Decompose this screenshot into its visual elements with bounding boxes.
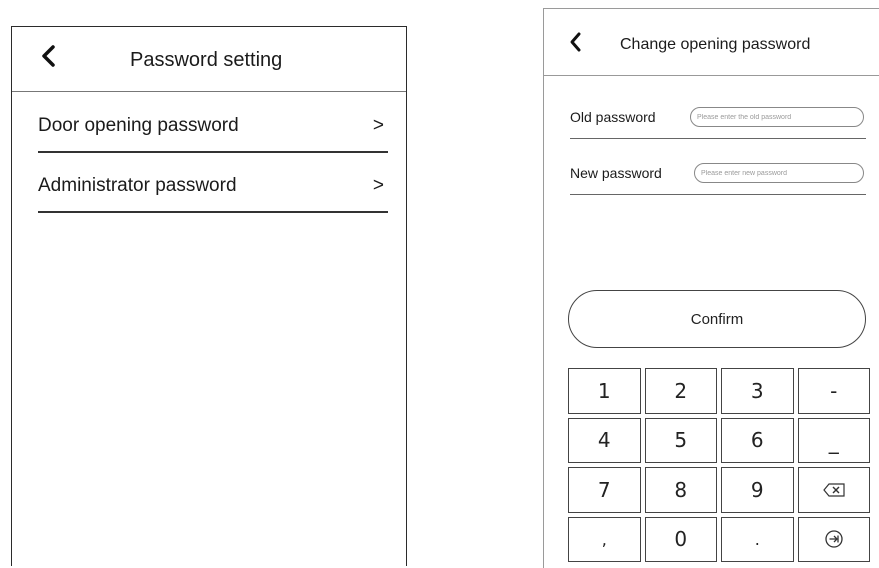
menu-item-label: Door opening password <box>38 115 239 136</box>
password-setting-screen: Password setting Door opening password >… <box>11 26 407 566</box>
key-4[interactable]: 4 <box>568 417 641 463</box>
key-8[interactable]: 8 <box>644 467 717 513</box>
back-chevron-icon[interactable] <box>38 43 60 69</box>
old-password-input[interactable] <box>690 107 864 127</box>
key-1[interactable]: 1 <box>568 368 641 414</box>
chevron-right-icon: > <box>372 115 384 136</box>
key-comma[interactable]: , <box>568 516 641 562</box>
page-title: Change opening password <box>620 36 811 53</box>
change-opening-password-screen: Change opening password Old password New… <box>543 8 879 568</box>
divider <box>38 151 388 153</box>
key-hyphen[interactable]: - <box>797 368 870 414</box>
enter-icon <box>825 530 843 548</box>
old-password-row: Old password <box>570 95 866 139</box>
menu-item-door-opening-password[interactable]: Door opening password > <box>38 97 388 153</box>
numeric-keypad: 1 2 3 - 4 5 6 _ 7 8 9 , 0 . <box>568 368 870 562</box>
header: Password setting <box>12 27 406 92</box>
back-chevron-icon[interactable] <box>568 31 584 53</box>
key-7[interactable]: 7 <box>568 467 641 513</box>
new-password-label: New password <box>570 165 662 181</box>
key-9[interactable]: 9 <box>721 467 794 513</box>
chevron-right-icon: > <box>372 175 384 196</box>
divider <box>38 211 388 213</box>
key-3[interactable]: 3 <box>721 368 794 414</box>
menu-item-administrator-password[interactable]: Administrator password > <box>38 157 388 213</box>
key-backspace[interactable] <box>797 467 870 513</box>
key-period[interactable]: . <box>721 516 794 562</box>
new-password-input[interactable] <box>694 163 864 183</box>
key-enter[interactable] <box>797 516 870 562</box>
menu-item-label: Administrator password <box>38 175 237 196</box>
page-title: Password setting <box>130 49 283 71</box>
divider <box>570 137 866 139</box>
key-5[interactable]: 5 <box>644 417 717 463</box>
new-password-row: New password <box>570 151 866 195</box>
header: Change opening password <box>544 9 879 76</box>
old-password-label: Old password <box>570 109 656 125</box>
confirm-button[interactable]: Confirm <box>568 290 866 348</box>
backspace-icon <box>822 483 845 497</box>
key-0[interactable]: 0 <box>644 516 717 562</box>
divider <box>570 193 866 195</box>
key-2[interactable]: 2 <box>644 368 717 414</box>
key-6[interactable]: 6 <box>721 417 794 463</box>
key-underscore[interactable]: _ <box>797 417 870 463</box>
